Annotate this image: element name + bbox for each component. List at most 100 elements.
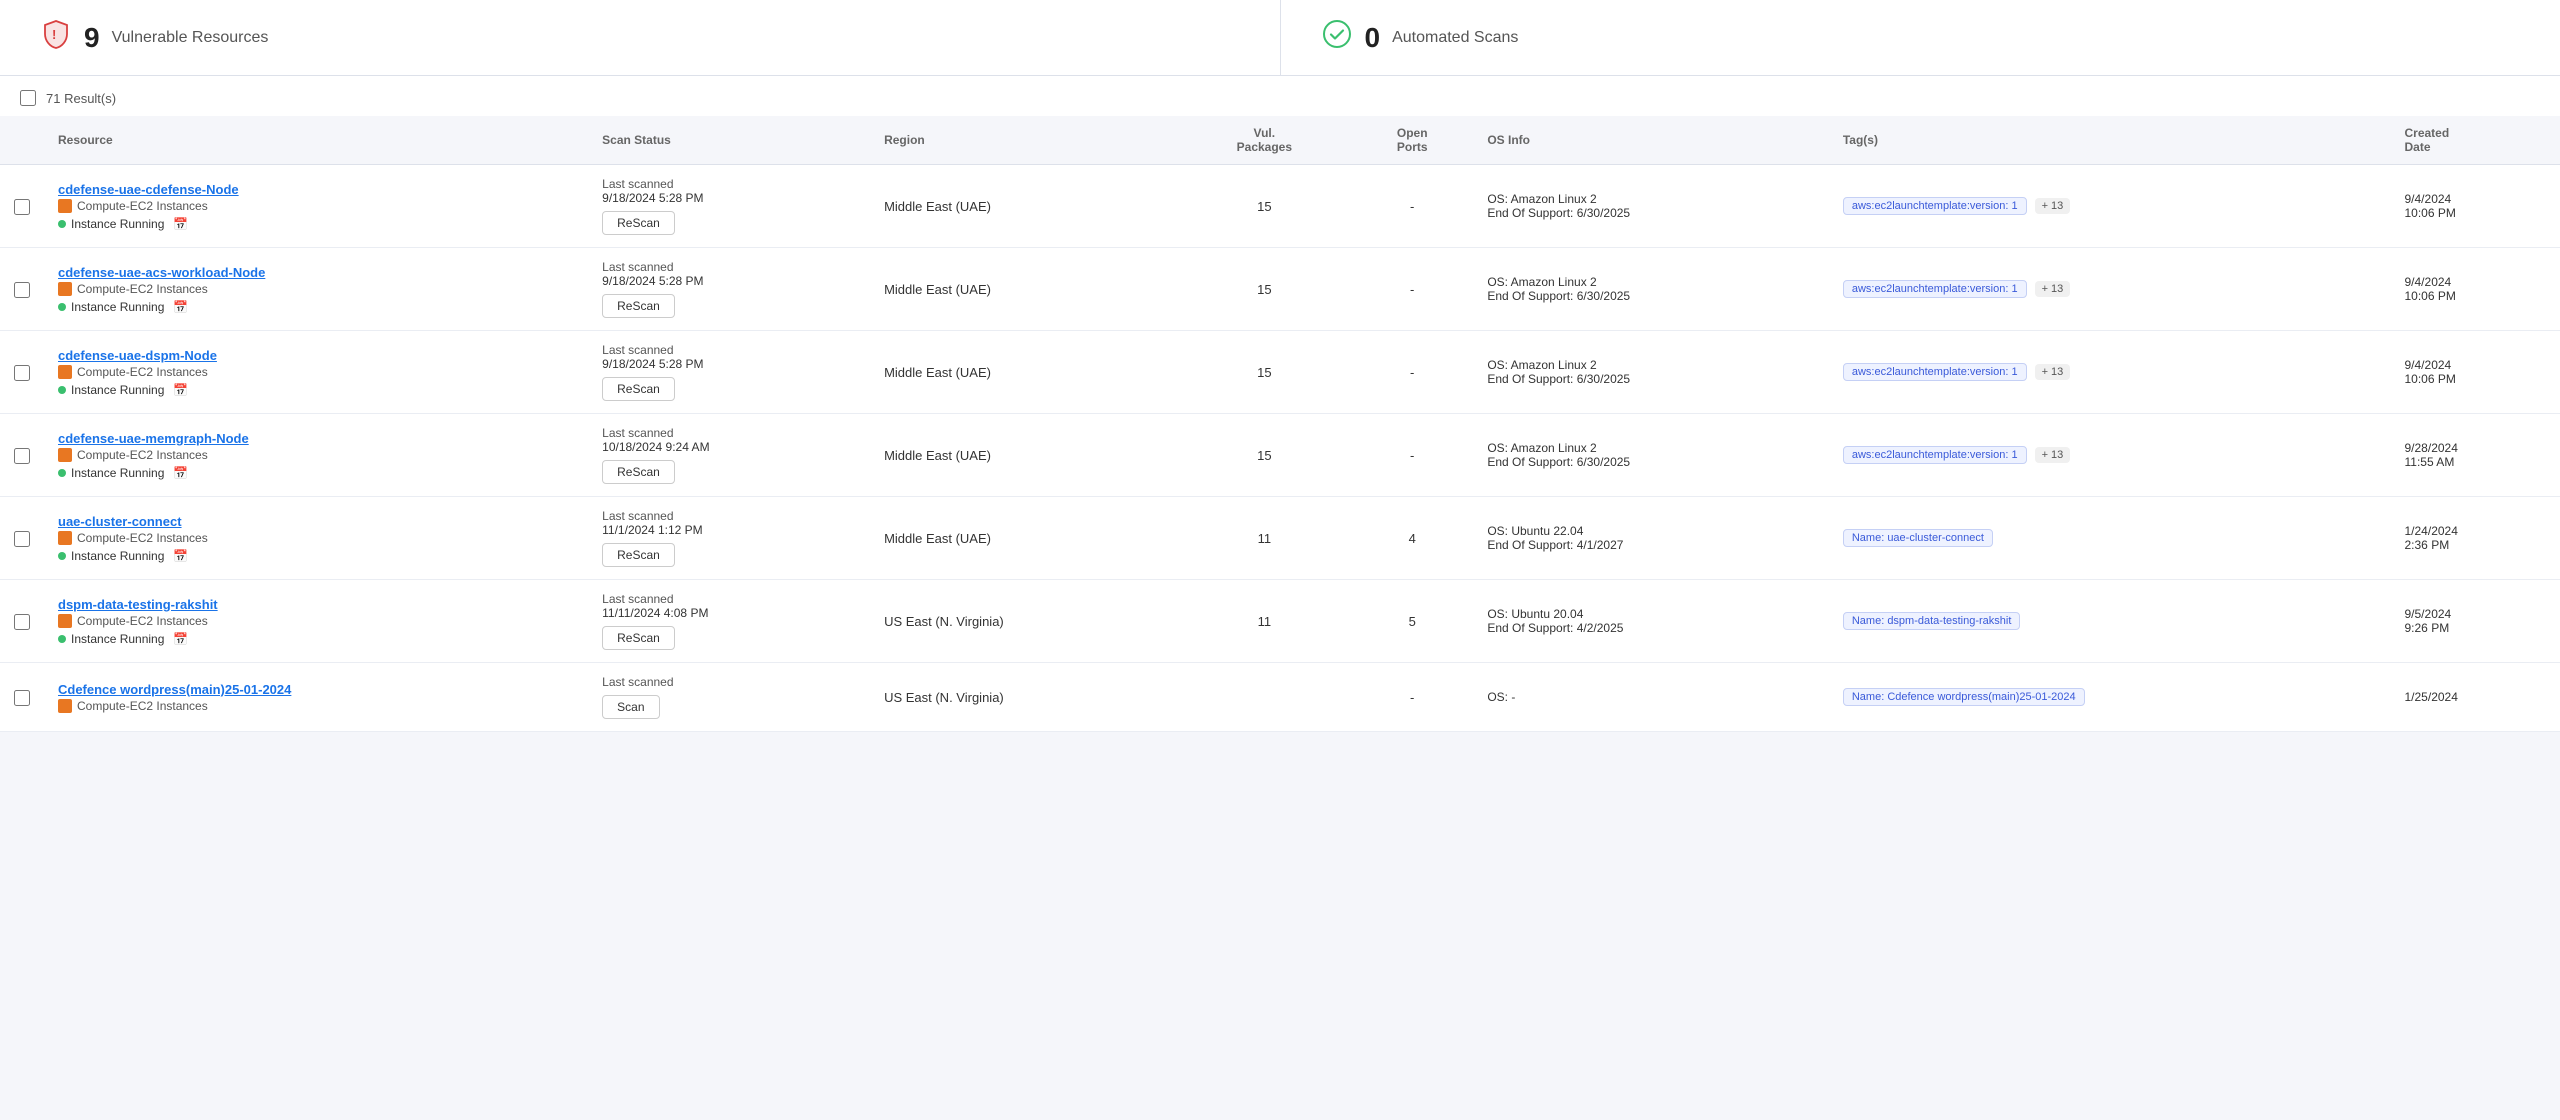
instance-status-label: Instance Running [71, 383, 164, 397]
tag-more[interactable]: + 13 [2035, 281, 2071, 297]
resource-cell: cdefense-uae-acs-workload-Node Compute-E… [44, 248, 588, 331]
status-dot [58, 552, 66, 560]
instance-status-label: Instance Running [71, 632, 164, 646]
calendar-icon[interactable]: 📅 [173, 300, 188, 314]
resource-type: Compute-EC2 Instances [58, 448, 574, 462]
row-checkbox[interactable] [14, 365, 30, 381]
vul-packages-cell: 15 [1178, 248, 1352, 331]
scan-date: 10/18/2024 9:24 AM [602, 440, 856, 454]
instance-status-label: Instance Running [71, 217, 164, 231]
resource-name-link[interactable]: Cdefence wordpress(main)25-01-2024 [58, 682, 574, 697]
open-ports-value: - [1410, 448, 1414, 463]
rescan-button[interactable]: ReScan [602, 211, 675, 235]
row-checkbox[interactable] [14, 531, 30, 547]
select-all-checkbox[interactable] [20, 90, 36, 106]
resource-type: Compute-EC2 Instances [58, 282, 574, 296]
resource-name-link[interactable]: uae-cluster-connect [58, 514, 574, 529]
calendar-icon[interactable]: 📅 [173, 383, 188, 397]
scan-date: 11/1/2024 1:12 PM [602, 523, 856, 537]
row-checkbox[interactable] [14, 614, 30, 630]
scan-label: Last scanned [602, 426, 856, 440]
tag-container: Name: dspm-data-testing-rakshit [1843, 612, 2377, 630]
col-tags[interactable]: Tag(s) [1829, 116, 2391, 165]
rescan-button[interactable]: Scan [602, 695, 659, 719]
resource-cell: cdefense-uae-cdefense-Node Compute-EC2 I… [44, 165, 588, 248]
rescan-button[interactable]: ReScan [602, 294, 675, 318]
rescan-button[interactable]: ReScan [602, 460, 675, 484]
open-ports-cell: 4 [1351, 497, 1473, 580]
col-created-date[interactable]: CreatedDate [2391, 116, 2560, 165]
created-time-value: 10:06 PM [2405, 372, 2547, 386]
scan-date: 9/18/2024 5:28 PM [602, 357, 856, 371]
calendar-icon[interactable]: 📅 [173, 466, 188, 480]
os-info-cell: OS: Ubuntu 22.04 End Of Support: 4/1/202… [1473, 497, 1829, 580]
resource-name-link[interactable]: cdefense-uae-memgraph-Node [58, 431, 574, 446]
os-info-cell: OS: Amazon Linux 2 End Of Support: 6/30/… [1473, 331, 1829, 414]
col-vul-packages[interactable]: Vul.Packages [1178, 116, 1352, 165]
open-ports-value: - [1410, 199, 1414, 214]
open-ports-cell: - [1351, 663, 1473, 732]
scan-label: Last scanned [602, 675, 856, 689]
tag-container: aws:ec2launchtemplate:version: 1 + 13 [1843, 280, 2377, 298]
created-date-cell: 9/28/2024 11:55 AM [2391, 414, 2560, 497]
resource-name-link[interactable]: cdefense-uae-dspm-Node [58, 348, 574, 363]
col-scan-status[interactable]: Scan Status [588, 116, 870, 165]
vulnerable-icon: ! [40, 18, 72, 57]
col-os-info[interactable]: OS Info [1473, 116, 1829, 165]
open-ports-cell: - [1351, 414, 1473, 497]
calendar-icon[interactable]: 📅 [173, 632, 188, 646]
created-date-cell: 1/24/2024 2:36 PM [2391, 497, 2560, 580]
row-checkbox[interactable] [14, 282, 30, 298]
tags-cell: Name: Cdefence wordpress(main)25-01-2024 [1829, 663, 2391, 732]
scan-date: 9/18/2024 5:28 PM [602, 274, 856, 288]
col-open-ports[interactable]: OpenPorts [1351, 116, 1473, 165]
rescan-button[interactable]: ReScan [602, 543, 675, 567]
rescan-button[interactable]: ReScan [602, 626, 675, 650]
scan-status-cell: Last scanned 9/18/2024 5:28 PM ReScan [588, 165, 870, 248]
resource-cell: dspm-data-testing-rakshit Compute-EC2 In… [44, 580, 588, 663]
region-cell: Middle East (UAE) [870, 165, 1177, 248]
resource-cell: Cdefence wordpress(main)25-01-2024 Compu… [44, 663, 588, 732]
resource-type-label: Compute-EC2 Instances [77, 699, 208, 713]
region-value: Middle East (UAE) [884, 531, 991, 546]
scans-label: Automated Scans [1392, 29, 1518, 47]
resource-type: Compute-EC2 Instances [58, 199, 574, 213]
scan-label: Last scanned [602, 509, 856, 523]
vulnerable-resources-card: ! 9 Vulnerable Resources [0, 0, 1281, 75]
resource-name-link[interactable]: dspm-data-testing-rakshit [58, 597, 574, 612]
scan-label: Last scanned [602, 343, 856, 357]
os-info-os: OS: Amazon Linux 2 [1487, 358, 1815, 372]
tag-more[interactable]: + 13 [2035, 447, 2071, 463]
resource-name-link[interactable]: cdefense-uae-acs-workload-Node [58, 265, 574, 280]
region-cell: Middle East (UAE) [870, 331, 1177, 414]
resource-name-link[interactable]: cdefense-uae-cdefense-Node [58, 182, 574, 197]
calendar-icon[interactable]: 📅 [173, 217, 188, 231]
scan-label: Last scanned [602, 260, 856, 274]
resource-cell: cdefense-uae-memgraph-Node Compute-EC2 I… [44, 414, 588, 497]
row-checkbox[interactable] [14, 690, 30, 706]
os-info-os: OS: Amazon Linux 2 [1487, 275, 1815, 289]
table-row: uae-cluster-connect Compute-EC2 Instance… [0, 497, 2560, 580]
created-date-value: 9/4/2024 [2405, 358, 2547, 372]
col-region[interactable]: Region [870, 116, 1177, 165]
region-cell: Middle East (UAE) [870, 414, 1177, 497]
vulnerable-label: Vulnerable Resources [112, 29, 269, 47]
tag-badge-main: Name: Cdefence wordpress(main)25-01-2024 [1843, 688, 2085, 706]
row-checkbox[interactable] [14, 199, 30, 215]
col-resource[interactable]: Resource [44, 116, 588, 165]
created-date-cell: 9/5/2024 9:26 PM [2391, 580, 2560, 663]
ec2-icon [58, 614, 72, 628]
tag-more[interactable]: + 13 [2035, 364, 2071, 380]
resource-type: Compute-EC2 Instances [58, 614, 574, 628]
status-dot [58, 303, 66, 311]
tag-badge-main: aws:ec2launchtemplate:version: 1 [1843, 280, 2027, 298]
open-ports-value: 5 [1409, 614, 1416, 629]
calendar-icon[interactable]: 📅 [173, 549, 188, 563]
tag-more[interactable]: + 13 [2035, 198, 2071, 214]
tags-cell: aws:ec2launchtemplate:version: 1 + 13 [1829, 414, 2391, 497]
rescan-button[interactable]: ReScan [602, 377, 675, 401]
row-checkbox[interactable] [14, 448, 30, 464]
region-value: Middle East (UAE) [884, 282, 991, 297]
eos-info: End Of Support: 6/30/2025 [1487, 206, 1815, 220]
scans-icon [1321, 18, 1353, 57]
